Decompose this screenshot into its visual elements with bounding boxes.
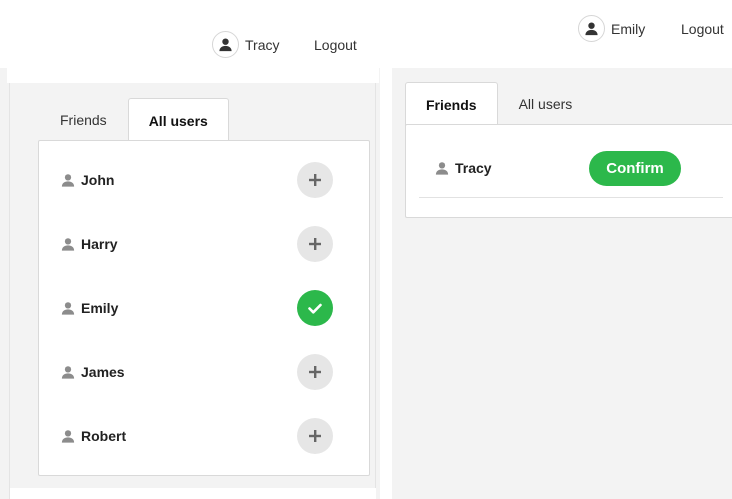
- list-item: Emily: [61, 300, 118, 316]
- row-divider: [419, 197, 723, 198]
- plus-icon: [309, 174, 321, 186]
- tab-bar: Friends All users: [39, 98, 229, 142]
- user-name: Emily: [81, 300, 119, 316]
- current-user-name: Emily: [611, 20, 646, 37]
- list-item: Harry: [61, 236, 118, 252]
- user-avatar-icon: [578, 15, 605, 42]
- friend-added-button[interactable]: [297, 290, 333, 326]
- user-name: Harry: [81, 236, 118, 252]
- user-name: Robert: [81, 428, 127, 444]
- user-name: Tracy: [455, 160, 492, 176]
- tab-bar: Friends All users: [405, 82, 594, 126]
- friend-requests-card: Tracy Confirm: [405, 124, 732, 218]
- list-item: John: [61, 172, 114, 188]
- emily-panel: Emily Logout Friends All users Tracy Con…: [392, 0, 732, 499]
- footer-strip: [10, 488, 376, 499]
- list-item: Robert: [61, 428, 126, 444]
- plus-icon: [309, 366, 321, 378]
- add-friend-button[interactable]: [297, 226, 333, 262]
- person-icon: [61, 366, 75, 379]
- person-icon: [61, 302, 75, 315]
- tracy-panel: Tracy Logout Friends All users John Harr…: [0, 0, 380, 499]
- person-icon: [61, 238, 75, 251]
- users-card: John Harry Emily James Robert: [38, 140, 370, 476]
- left-gutter: [0, 83, 10, 499]
- add-friend-button[interactable]: [297, 354, 333, 390]
- current-user[interactable]: Tracy: [212, 31, 279, 58]
- list-item: James: [61, 364, 125, 380]
- logout-link[interactable]: Logout: [314, 37, 357, 53]
- check-icon: [308, 303, 322, 314]
- current-user[interactable]: Emily: [578, 15, 645, 42]
- plus-icon: [309, 238, 321, 250]
- person-icon: [61, 174, 75, 187]
- person-icon: [61, 430, 75, 443]
- logout-link[interactable]: Logout: [681, 21, 724, 37]
- user-avatar-icon: [212, 31, 239, 58]
- add-friend-button[interactable]: [297, 162, 333, 198]
- person-icon: [435, 162, 449, 175]
- top-bar: Emily Logout: [392, 0, 732, 68]
- user-name: John: [81, 172, 115, 188]
- tab-friends[interactable]: Friends: [39, 98, 128, 141]
- list-item: Tracy: [435, 160, 492, 176]
- current-user-name: Tracy: [245, 36, 280, 53]
- tab-all-users[interactable]: All users: [127, 98, 229, 142]
- tab-all-users[interactable]: All users: [498, 82, 594, 125]
- confirm-button[interactable]: Confirm: [589, 151, 681, 186]
- user-name: James: [81, 364, 125, 380]
- header-sheet: [7, 68, 379, 83]
- plus-icon: [309, 430, 321, 442]
- tab-friends[interactable]: Friends: [405, 82, 498, 126]
- add-friend-button[interactable]: [297, 418, 333, 454]
